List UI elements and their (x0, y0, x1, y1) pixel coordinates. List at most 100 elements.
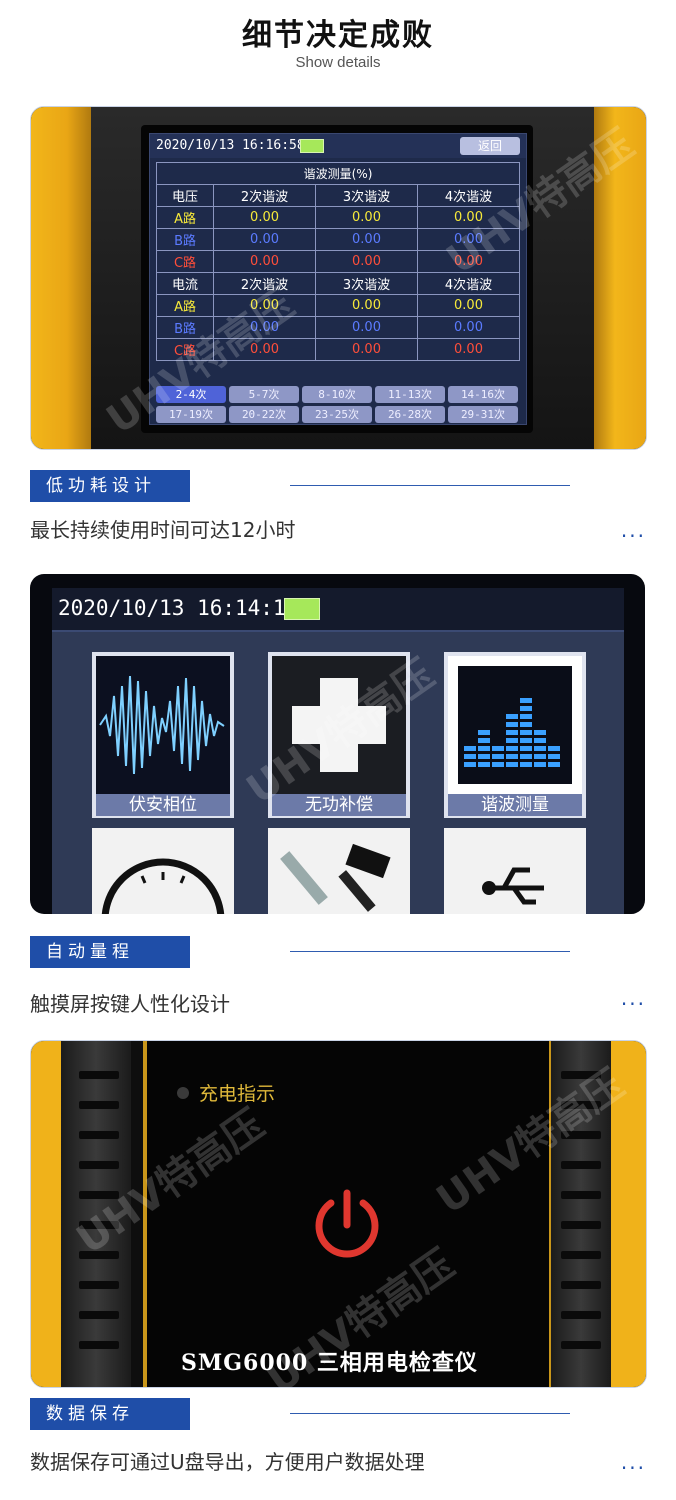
tab-14-16[interactable]: 14-16次 (448, 386, 518, 403)
value-cell: 0.00 (315, 250, 418, 273)
table-row: A路 0.00 0.00 0.00 (155, 294, 521, 317)
value-cell: 0.00 (416, 250, 521, 273)
menu-tile-meter[interactable] (92, 828, 234, 914)
section-label-data-save: 数据保存 (30, 1398, 190, 1430)
value-cell: 0.00 (315, 316, 418, 339)
grip-left (61, 1041, 131, 1387)
more-dots-icon: ... (620, 986, 646, 1010)
product-photo-menu-screen: 2020/10/13 16:14:18 伏安相位 无功补偿 谐波测量 (30, 574, 645, 914)
table-row: C路 0.00 0.00 0.00 (155, 250, 521, 273)
phase-label: C路 (155, 250, 215, 273)
section-label-auto-range: 自动量程 (30, 936, 190, 968)
device-casing-right (611, 1041, 646, 1387)
section-description: 数据保存可通过U盘导出，方便用户数据处理 (30, 1450, 425, 1474)
device-casing-left (31, 107, 91, 449)
tile-label: 无功补偿 (272, 794, 406, 816)
page-subtitle: Show details (295, 54, 381, 71)
tools-icon (280, 843, 391, 912)
divider (290, 1413, 570, 1414)
col-header: 4次谐波 (416, 272, 521, 295)
col-header: 2次谐波 (213, 272, 317, 295)
more-dots-icon: ... (620, 518, 646, 542)
harmonic-table: 谐波测量(%) 电压 2次谐波 3次谐波 4次谐波 A路 0.00 0.00 0… (155, 162, 521, 361)
tab-26-28[interactable]: 26-28次 (375, 406, 445, 423)
table-row: A路 0.00 0.00 0.00 (155, 206, 521, 229)
col-header: 3次谐波 (315, 272, 418, 295)
battery-icon (300, 139, 324, 153)
waveform-icon (96, 656, 230, 794)
page-title: 细节决定成败 (242, 18, 434, 53)
product-photo-harmonic-screen: 2020/10/13 16:16:58 返回 谐波测量(%) 电压 2次谐波 3… (30, 106, 647, 450)
charge-led-icon (177, 1087, 189, 1099)
phase-label: C路 (155, 338, 215, 361)
datetime-readout: 2020/10/13 16:16:58 (156, 138, 305, 153)
section-description: 触摸屏按键人性化设计 (30, 992, 230, 1016)
col-header: 4次谐波 (416, 184, 521, 207)
tab-17-19[interactable]: 17-19次 (156, 406, 226, 423)
tile-label: 伏安相位 (96, 794, 230, 816)
tab-5-7[interactable]: 5-7次 (229, 386, 299, 403)
device-casing-right (594, 107, 646, 449)
value-cell: 0.00 (416, 294, 521, 317)
more-dots-icon: ... (620, 1450, 646, 1474)
value-cell: 0.00 (213, 338, 317, 361)
charge-indicator-label: 充电指示 (199, 1083, 276, 1105)
status-bar: 2020/10/13 16:16:58 返回 (150, 134, 526, 158)
current-header: 电流 (155, 272, 215, 295)
power-icon[interactable] (307, 1185, 387, 1265)
tab-11-13[interactable]: 11-13次 (375, 386, 445, 403)
value-cell: 0.00 (213, 294, 317, 317)
divider (290, 951, 570, 952)
value-cell: 0.00 (416, 206, 521, 229)
value-cell: 0.00 (213, 316, 317, 339)
gauge-icon (101, 858, 225, 914)
table-row: C路 0.00 0.00 0.00 (155, 338, 521, 361)
value-cell: 0.00 (416, 338, 521, 361)
phase-label: A路 (155, 206, 215, 229)
tab-2-4[interactable]: 2-4次 (156, 386, 226, 403)
usb-icon (482, 867, 544, 905)
value-cell: 0.00 (416, 316, 521, 339)
phase-label: A路 (155, 294, 215, 317)
section-label-low-power: 低功耗设计 (30, 470, 190, 502)
tab-29-31[interactable]: 29-31次 (448, 406, 518, 423)
value-cell: 0.00 (315, 338, 418, 361)
table-title: 谐波测量(%) (156, 162, 520, 185)
menu-lcd-screen: 2020/10/13 16:14:18 伏安相位 无功补偿 谐波测量 (52, 588, 624, 914)
value-cell: 0.00 (213, 206, 317, 229)
model-name: SMG6000 三相用电检查仪 (181, 1350, 478, 1376)
menu-tile-reactive[interactable]: 无功补偿 (268, 652, 410, 818)
datetime-readout: 2020/10/13 16:14:18 (58, 596, 299, 620)
value-cell: 0.00 (315, 294, 418, 317)
section-description: 最长持续使用时间可达12小时 (30, 518, 296, 542)
value-cell: 0.00 (213, 228, 317, 251)
col-header: 3次谐波 (315, 184, 418, 207)
harmonic-lcd-screen: 2020/10/13 16:16:58 返回 谐波测量(%) 电压 2次谐波 3… (149, 133, 527, 425)
product-photo-device-back: 充电指示 SMG6000 三相用电检查仪 (30, 1040, 647, 1388)
value-cell: 0.00 (416, 228, 521, 251)
menu-tile-settings[interactable] (268, 828, 410, 914)
tab-20-22[interactable]: 20-22次 (229, 406, 299, 423)
table-row: B路 0.00 0.00 0.00 (155, 316, 521, 339)
menu-tile-usb[interactable] (444, 828, 586, 914)
battery-icon (284, 598, 320, 620)
tab-23-25[interactable]: 23-25次 (302, 406, 372, 423)
spectrum-icon (448, 656, 582, 794)
back-button[interactable]: 返回 (460, 137, 520, 155)
tab-8-10[interactable]: 8-10次 (302, 386, 372, 403)
value-cell: 0.00 (315, 228, 418, 251)
divider (290, 485, 570, 486)
menu-tile-harmonic[interactable]: 谐波测量 (444, 652, 586, 818)
voltage-header: 电压 (155, 184, 215, 207)
tile-label: 谐波测量 (448, 794, 582, 816)
col-header: 2次谐波 (213, 184, 317, 207)
device-casing-left (31, 1041, 61, 1387)
plus-icon (272, 656, 406, 794)
phase-label: B路 (155, 316, 215, 339)
table-row: B路 0.00 0.00 0.00 (155, 228, 521, 251)
status-bar: 2020/10/13 16:14:18 (52, 588, 624, 632)
value-cell: 0.00 (213, 250, 317, 273)
phase-label: B路 (155, 228, 215, 251)
value-cell: 0.00 (315, 206, 418, 229)
menu-tile-phase[interactable]: 伏安相位 (92, 652, 234, 818)
